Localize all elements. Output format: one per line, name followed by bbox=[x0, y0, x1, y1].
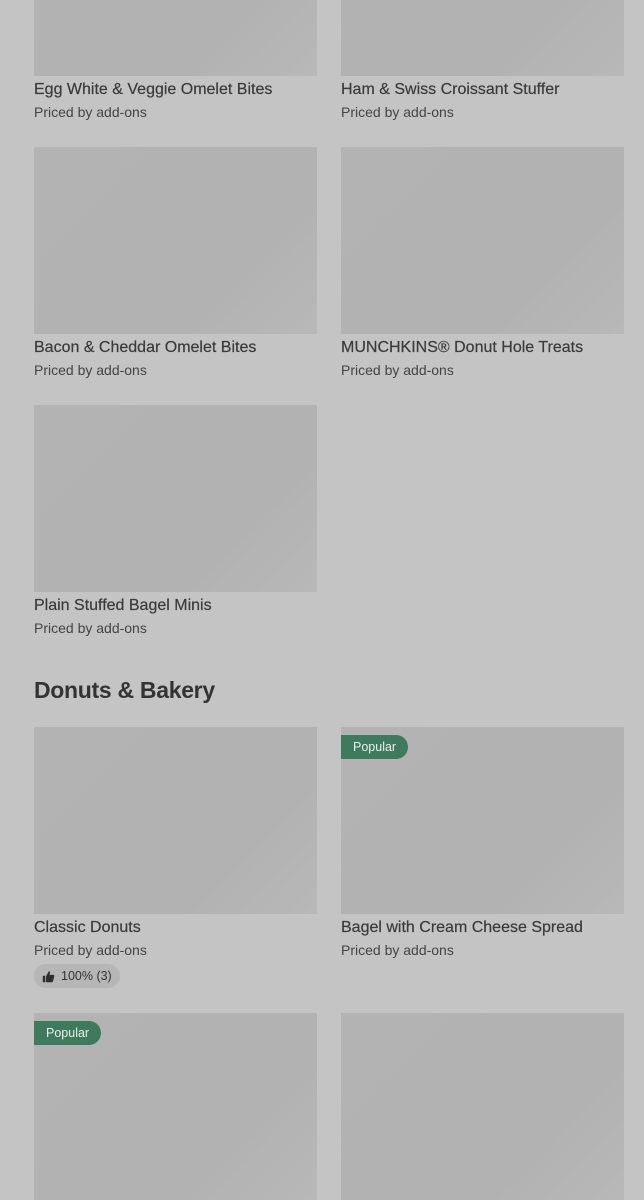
item-image: Popular bbox=[341, 727, 624, 914]
item-name: Egg White & Veggie Omelet Bites bbox=[34, 81, 273, 98]
menu-item-card[interactable]: Popular Bagel with Cream Cheese Spread P… bbox=[341, 727, 624, 959]
item-name: Plain Stuffed Bagel Minis bbox=[34, 597, 212, 614]
item-price: Priced by add-ons bbox=[34, 620, 147, 636]
item-price: Priced by add-ons bbox=[341, 104, 454, 120]
item-name: Bagel with Cream Cheese Spread bbox=[341, 919, 583, 936]
section-title: Donuts & Bakery bbox=[34, 677, 215, 703]
item-price: Priced by add-ons bbox=[341, 942, 454, 958]
item-image bbox=[341, 147, 624, 334]
item-image bbox=[34, 0, 317, 76]
item-image bbox=[34, 147, 317, 334]
menu-item-card[interactable]: Ham & Swiss Croissant Stuffer Priced by … bbox=[341, 0, 624, 121]
item-name: Classic Donuts bbox=[34, 919, 141, 936]
item-name: Ham & Swiss Croissant Stuffer bbox=[341, 81, 560, 98]
item-image bbox=[34, 727, 317, 914]
rating-pill: 100% (3) bbox=[34, 964, 120, 988]
item-name: Bacon & Cheddar Omelet Bites bbox=[34, 339, 257, 356]
item-price: Priced by add-ons bbox=[34, 362, 147, 378]
menu-item-card[interactable]: Classic Donuts Priced by add-ons 100% (3… bbox=[34, 727, 317, 988]
menu-item-card[interactable]: MUNCHKINS® Donut Hole Treats Priced by a… bbox=[341, 147, 624, 379]
item-price: Priced by add-ons bbox=[34, 104, 147, 120]
item-price: Priced by add-ons bbox=[341, 362, 454, 378]
popular-badge: Popular bbox=[34, 1021, 102, 1045]
thumbs-up-icon bbox=[42, 970, 55, 982]
menu-item-card[interactable]: Bacon & Cheddar Omelet Bites Priced by a… bbox=[34, 147, 317, 379]
item-image bbox=[34, 405, 317, 592]
menu-item-card[interactable]: Plain Stuffed Bagel Minis Priced by add-… bbox=[34, 405, 317, 637]
popular-badge: Popular bbox=[341, 735, 409, 759]
item-image bbox=[341, 0, 624, 76]
item-name: MUNCHKINS® Donut Hole Treats bbox=[341, 339, 584, 356]
menu-item-card[interactable]: Egg White & Veggie Omelet Bites Priced b… bbox=[34, 0, 317, 121]
item-price: Priced by add-ons bbox=[34, 942, 147, 958]
rating-text: 100% (3) bbox=[61, 969, 112, 983]
